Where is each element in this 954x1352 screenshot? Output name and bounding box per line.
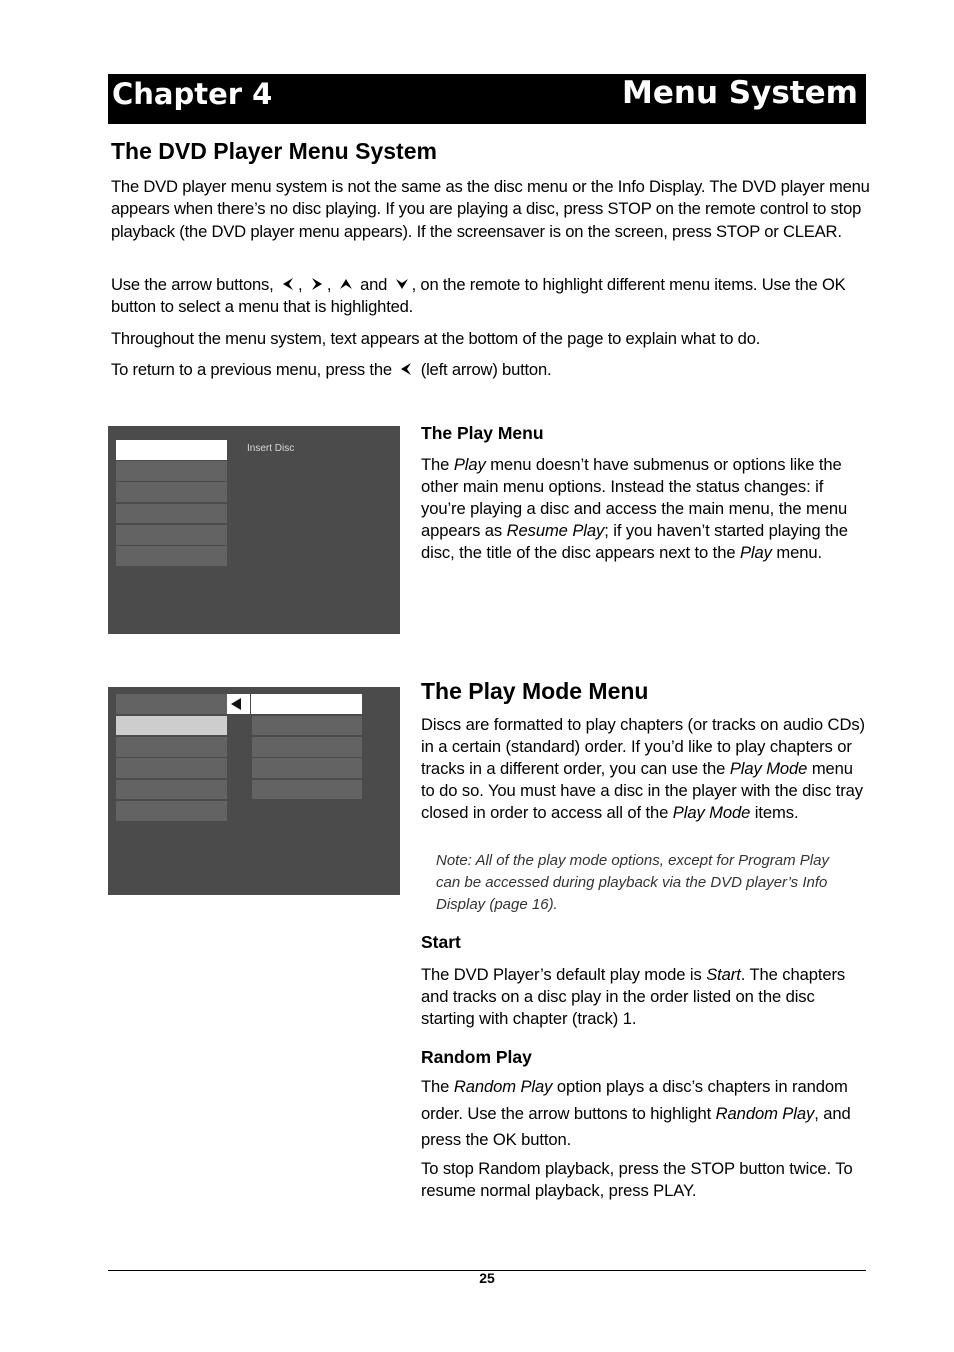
main-menu-item (116, 801, 227, 821)
menu-item (116, 504, 227, 523)
text: items. (750, 803, 799, 822)
return-text-a: To return to a previous menu, press the (111, 360, 392, 379)
text: The (421, 1077, 454, 1096)
menu-item (116, 546, 227, 566)
left-arrow-icon (282, 278, 293, 290)
main-menu-item (116, 694, 227, 714)
main-menu-item-selected (116, 716, 227, 735)
play-mode-note: Note: All of the play mode options, exce… (436, 852, 829, 913)
arrow-buttons-paragraph: Use the arrow buttons, , , and , on the … (111, 274, 871, 319)
left-arrow-icon (401, 363, 412, 375)
random-play-body: The Random Play option plays a disc’s ch… (421, 1074, 871, 1154)
text: The (421, 455, 454, 474)
submenu-item (252, 716, 362, 735)
chapter-label: Chapter 4 (112, 77, 273, 111)
left-triangle-icon (231, 698, 241, 710)
return-text-b: (left arrow) button. (420, 360, 552, 379)
chapter-header-bar: Chapter 4 Menu System (108, 74, 866, 124)
submenu-item (252, 737, 362, 757)
random-play-heading: Random Play (421, 1047, 532, 1067)
random-play-body-2: To stop Random playback, press the STOP … (421, 1159, 853, 1200)
menu-item (116, 525, 227, 545)
text-italic: Resume Play (506, 521, 605, 540)
submenu-item (252, 758, 362, 778)
main-menu-item (116, 780, 227, 799)
text-italic: Play Mode (672, 803, 751, 822)
section-title: The DVD Player Menu System (111, 138, 437, 164)
separator: , (326, 275, 332, 294)
play-mode-body: Discs are formatted to play chapters (or… (421, 714, 871, 824)
play-mode-screenshot (108, 687, 400, 895)
submenu-item-highlighted (251, 694, 362, 714)
arrow-text-a: Use the arrow buttons, (111, 275, 274, 294)
play-menu-heading: The Play Menu (421, 423, 544, 443)
menu-item (116, 461, 227, 481)
down-arrow-icon (395, 279, 408, 289)
arrow-and: and (360, 275, 388, 294)
play-menu-screenshot: Insert Disc (108, 426, 400, 634)
submenu-item (252, 780, 362, 799)
main-menu-item (116, 758, 227, 778)
start-heading: Start (421, 932, 461, 952)
text: The DVD Player’s default play mode is (421, 965, 707, 984)
menu-item-highlighted (116, 440, 227, 460)
page-number: 25 (479, 1270, 495, 1286)
text-italic: Random Play (453, 1077, 553, 1096)
right-arrow-icon (311, 278, 322, 290)
up-arrow-icon (339, 279, 352, 289)
chapter-title: Menu System (622, 75, 858, 111)
play-menu-body: The Play menu doesn’t have submenus or o… (421, 454, 871, 564)
text: menu. (771, 543, 822, 562)
text-italic: Play (739, 543, 772, 562)
menu-item (116, 482, 227, 502)
bottom-text-paragraph: Throughout the menu system, text appears… (111, 329, 761, 348)
return-paragraph: To return to a previous menu, press the … (111, 359, 871, 381)
play-mode-heading: The Play Mode Menu (421, 678, 649, 704)
text-italic: Play (453, 455, 486, 474)
status-text: Insert Disc (247, 443, 295, 454)
intro-paragraph: The DVD player menu system is not the sa… (111, 177, 870, 241)
separator: , (297, 275, 303, 294)
back-indicator (227, 694, 250, 714)
text-italic: Play Mode (729, 759, 808, 778)
text-italic: Random Play (715, 1103, 815, 1123)
start-body: The DVD Player’s default play mode is St… (421, 964, 871, 1030)
main-menu-item (116, 737, 227, 757)
text-italic: Start (706, 965, 741, 984)
